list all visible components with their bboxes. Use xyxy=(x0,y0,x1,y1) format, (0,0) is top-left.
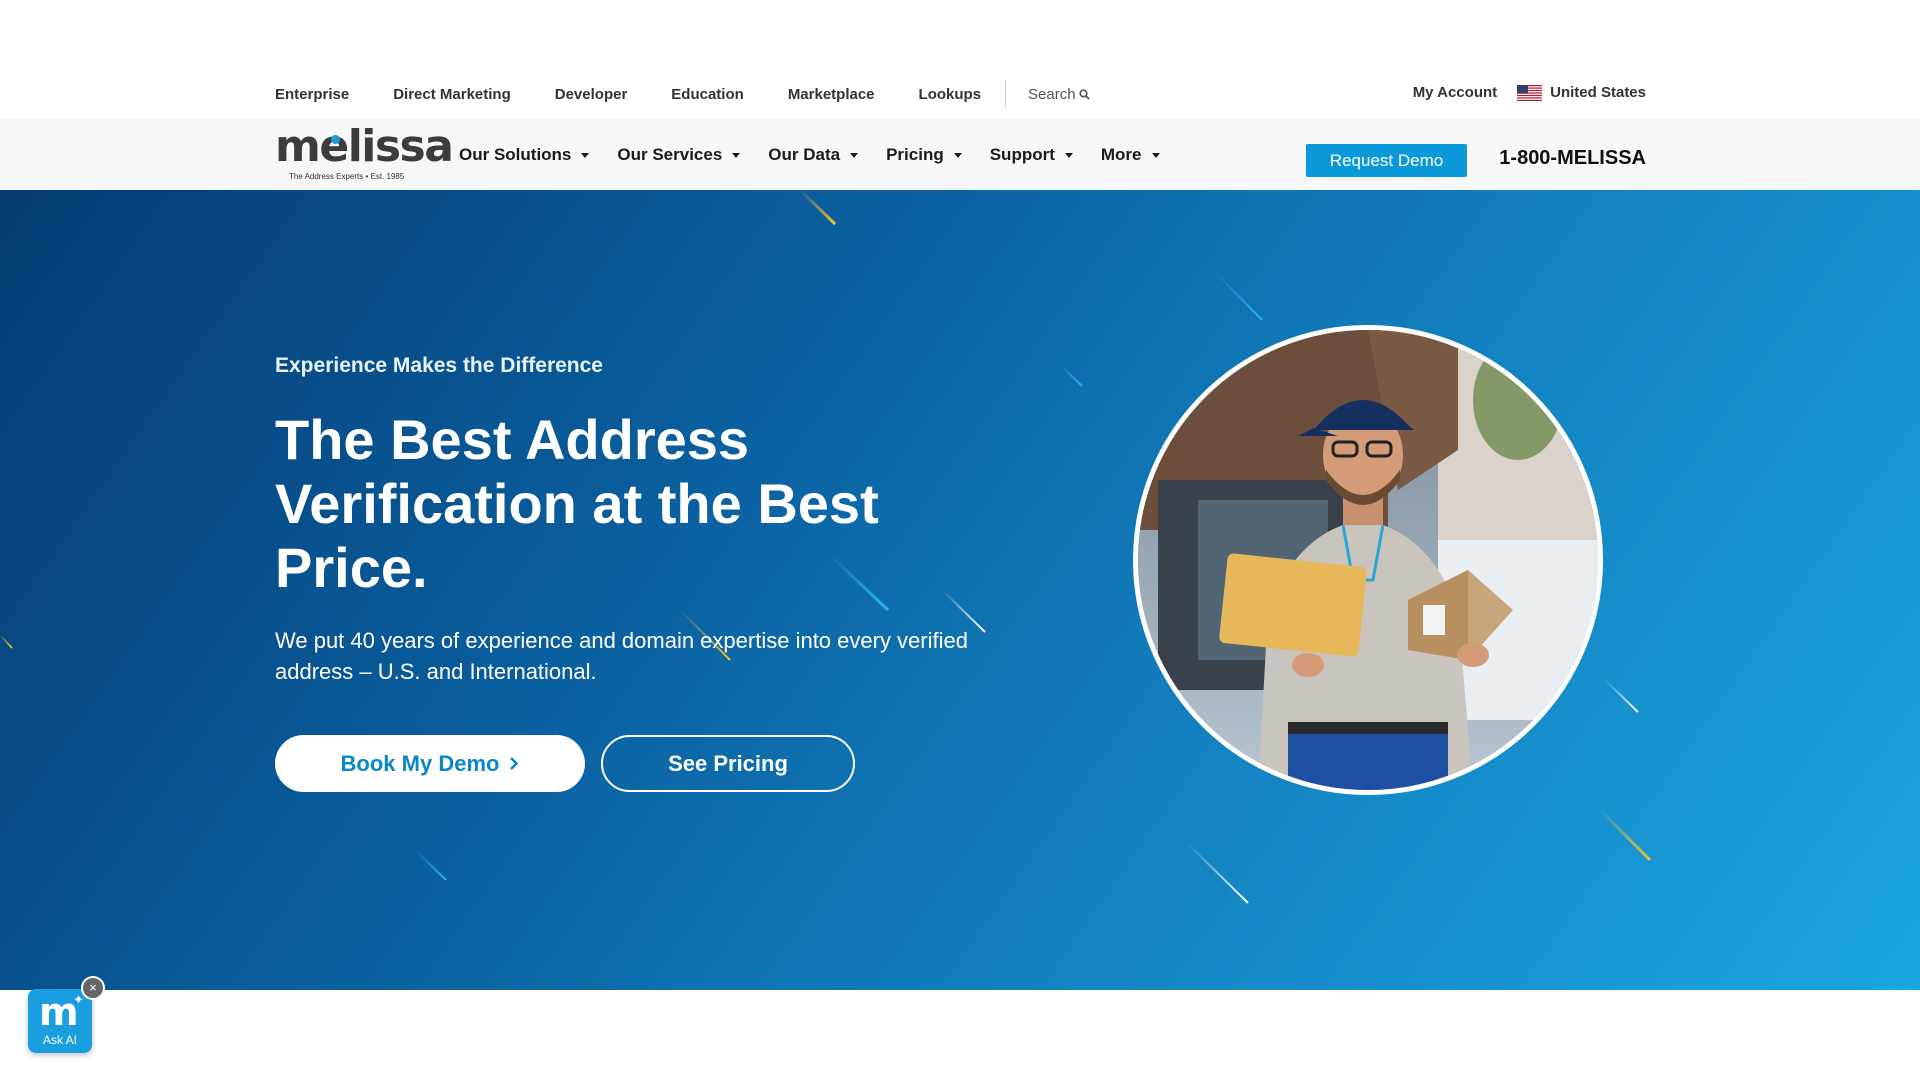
utility-link-enterprise[interactable]: Enterprise xyxy=(275,86,349,103)
caret-down-icon xyxy=(953,153,962,158)
menu-label: Our Services xyxy=(617,144,723,164)
logo-tagline: The Address Experts • Est. 1985 xyxy=(289,172,405,181)
delivery-person-illustration xyxy=(1138,330,1598,790)
caret-down-icon xyxy=(1151,153,1160,158)
caret-down-icon xyxy=(732,153,741,158)
logo-dot xyxy=(331,135,340,144)
logo-wordmark: melissa xyxy=(275,121,454,172)
menu-label: Our Solutions xyxy=(459,144,572,164)
utility-right: My Account United States xyxy=(1413,84,1646,101)
ask-ai-label: Ask AI xyxy=(42,1033,77,1047)
my-account-link[interactable]: My Account xyxy=(1413,84,1497,101)
menu-our-data[interactable]: Our Data xyxy=(768,144,859,165)
menu-label: Our Data xyxy=(768,144,841,164)
search-label: Search xyxy=(1028,85,1076,103)
menu-our-services[interactable]: Our Services xyxy=(617,144,741,165)
delivery-person-photo xyxy=(1133,325,1603,795)
close-icon[interactable]: × xyxy=(81,976,105,1000)
melissa-logo[interactable]: melissa The Address Experts • Est. 1985 xyxy=(275,121,454,183)
menu-support[interactable]: Support xyxy=(990,145,1073,165)
menu-label: Pricing xyxy=(886,144,944,164)
utility-link-education[interactable]: Education xyxy=(671,86,744,103)
utility-bar: Enterprise Direct Marketing Developer Ed… xyxy=(0,0,1920,119)
utility-link-lookups[interactable]: Lookups xyxy=(919,86,982,103)
utility-link-marketplace[interactable]: Marketplace xyxy=(788,86,875,103)
utility-divider xyxy=(1005,80,1007,108)
menu-pricing[interactable]: Pricing xyxy=(886,145,962,165)
hero-section: Experience Makes the Difference The Best… xyxy=(0,190,1920,990)
menu-our-solutions[interactable]: Our Solutions xyxy=(459,144,590,165)
request-demo-button[interactable]: Request Demo xyxy=(1306,144,1467,177)
caret-down-icon xyxy=(1064,153,1073,158)
hero-subtext: We put 40 years of experience and domain… xyxy=(275,628,968,684)
hero-eyebrow: Experience Makes the Difference xyxy=(275,354,603,377)
main-menu: Our Solutions Our Services Our Data Pric… xyxy=(459,119,1188,190)
hero-headline: The Best Address Verification at the Bes… xyxy=(275,408,879,599)
chevron-right-icon xyxy=(510,757,519,770)
menu-label: More xyxy=(1100,144,1142,164)
utility-nav: Enterprise Direct Marketing Developer Ed… xyxy=(275,80,1090,108)
menu-label: Support xyxy=(989,144,1055,164)
see-pricing-button[interactable]: See Pricing xyxy=(601,735,855,792)
main-nav: melissa The Address Experts • Est. 1985 … xyxy=(0,119,1920,190)
utility-link-direct-marketing[interactable]: Direct Marketing xyxy=(393,86,511,103)
caret-down-icon xyxy=(850,153,859,158)
phone-number[interactable]: 1-800-MELISSA xyxy=(1499,147,1646,170)
book-demo-button[interactable]: Book My Demo xyxy=(275,735,585,792)
us-flag-icon[interactable] xyxy=(1517,84,1543,101)
utility-search[interactable]: Search xyxy=(1028,86,1090,103)
country-selector[interactable]: United States xyxy=(1550,84,1646,101)
book-demo-label: Book My Demo xyxy=(340,750,500,776)
search-icon xyxy=(1078,88,1090,100)
ask-ai-widget[interactable]: m ✦ Ask AI xyxy=(28,989,92,1053)
utility-link-developer[interactable]: Developer xyxy=(555,86,628,103)
menu-more[interactable]: More xyxy=(1101,145,1160,165)
caret-down-icon xyxy=(581,153,590,158)
